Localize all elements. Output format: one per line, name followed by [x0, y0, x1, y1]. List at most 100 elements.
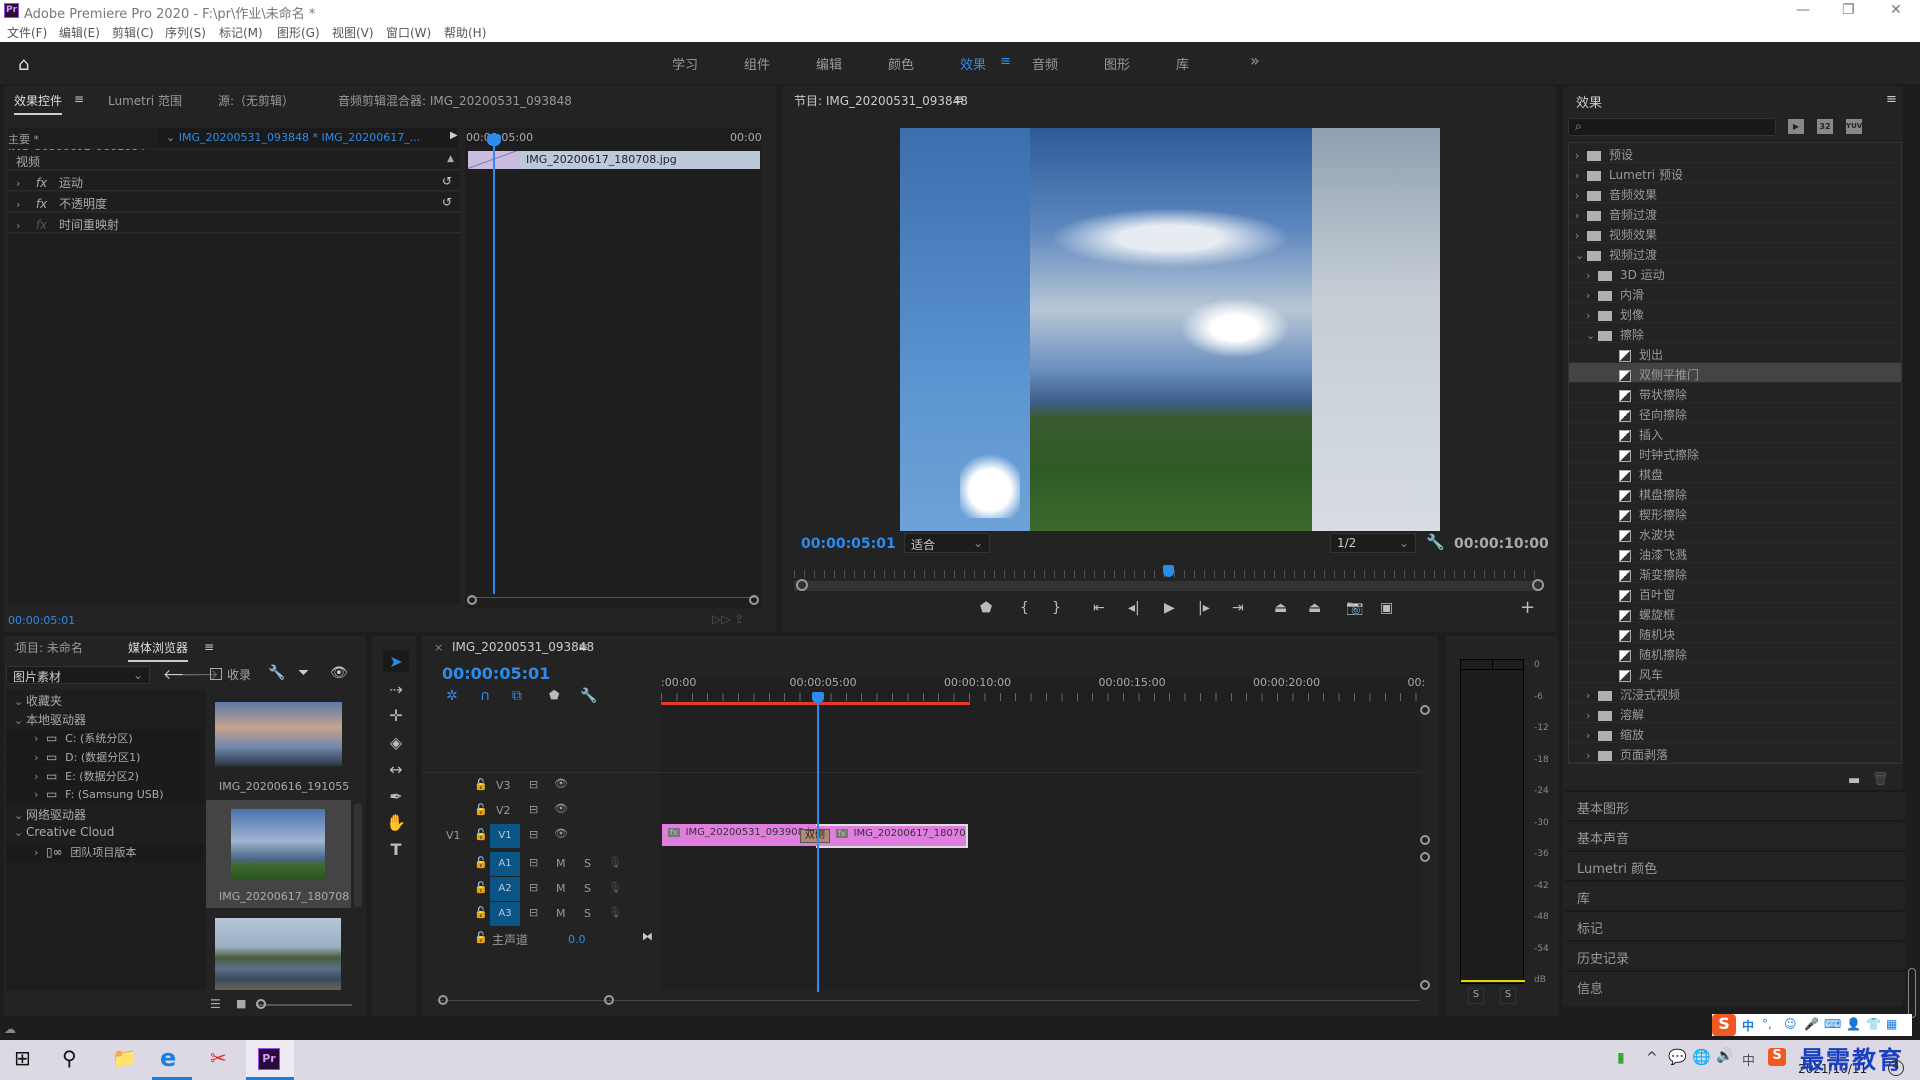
ec-zoom-scrollbar[interactable]: [470, 597, 756, 605]
track-target-v1[interactable]: V1: [490, 824, 520, 848]
fx-icon[interactable]: fx: [36, 218, 47, 232]
sync-lock-icon[interactable]: ⊟: [529, 828, 538, 841]
mute-button[interactable]: M: [556, 857, 566, 870]
effects-search-input[interactable]: ⌕: [1568, 118, 1776, 136]
razor-tool-icon[interactable]: ◈: [385, 733, 407, 752]
chevron-right-icon[interactable]: ›: [1575, 169, 1587, 182]
effect-item[interactable]: 时钟式擦除: [1569, 443, 1901, 463]
expand-chevron-icon[interactable]: ›: [16, 219, 28, 232]
panel-libraries[interactable]: 库: [1565, 880, 1905, 908]
panel-history[interactable]: 历史记录: [1565, 940, 1905, 968]
panel-lumetri-color[interactable]: Lumetri 颜色: [1565, 850, 1905, 878]
effect-item[interactable]: 随机擦除: [1569, 643, 1901, 663]
button-editor-plus-icon[interactable]: +: [1520, 597, 1535, 618]
effect-folder[interactable]: › 视频效果: [1569, 223, 1901, 243]
menu-file[interactable]: 文件(F): [7, 24, 47, 41]
lock-icon[interactable]: 🔓: [474, 778, 488, 791]
vertical-zoom-handle[interactable]: [1420, 852, 1430, 862]
effect-item[interactable]: 油漆飞溅: [1569, 543, 1901, 563]
selection-tool-icon[interactable]: ➤: [385, 652, 407, 671]
effect-row-time-remapping[interactable]: › fx 时间重映射: [8, 213, 460, 233]
workspace-learning[interactable]: 学习: [672, 54, 698, 73]
effect-folder[interactable]: ⌄ 擦除: [1569, 323, 1901, 343]
restore-button[interactable]: ❐: [1842, 2, 1855, 18]
workspace-color[interactable]: 颜色: [888, 54, 914, 73]
location-dropdown[interactable]: 图片素材 ⌄: [6, 666, 150, 684]
effect-folder[interactable]: › 3D 运动: [1569, 263, 1901, 283]
effect-item[interactable]: 楔形擦除: [1569, 503, 1901, 523]
chevron-right-icon[interactable]: ›: [1586, 709, 1598, 722]
chat-icon[interactable]: 💬: [1668, 1048, 1687, 1066]
voice-over-mic-icon[interactable]: 🎙: [608, 856, 622, 869]
type-tool-icon[interactable]: T: [385, 840, 407, 859]
lock-icon[interactable]: 🔓: [474, 828, 488, 841]
filter-icon[interactable]: ⏷: [298, 665, 309, 681]
effect-item[interactable]: 螺旋框: [1569, 603, 1901, 623]
panel-essential-graphics[interactable]: 基本图形: [1565, 790, 1905, 818]
pen-tool-icon[interactable]: ✒: [385, 787, 407, 806]
effect-item[interactable]: 百叶窗: [1569, 583, 1901, 603]
chevron-down-icon[interactable]: ⌄: [1575, 249, 1587, 262]
lock-icon[interactable]: 🔓: [474, 881, 488, 894]
fx-icon[interactable]: fx: [36, 197, 47, 211]
chevron-right-icon[interactable]: ›: [1586, 289, 1598, 302]
program-menu-icon[interactable]: ≡: [954, 92, 964, 106]
menu-sequence[interactable]: 序列(S): [165, 24, 206, 41]
menu-window[interactable]: 窗口(W): [386, 24, 431, 41]
solo-left-button[interactable]: S: [1468, 988, 1484, 1004]
collapse-up-icon[interactable]: ▲: [447, 154, 454, 164]
solo-right-button[interactable]: S: [1500, 988, 1516, 1004]
program-zoom-left-handle[interactable]: [796, 579, 808, 591]
lock-icon[interactable]: 🔓: [474, 931, 488, 944]
tab-lumetri-scopes[interactable]: Lumetri 范围: [108, 92, 182, 109]
search-icon[interactable]: ⚲: [62, 1046, 77, 1070]
zoom-level-dropdown[interactable]: 适合 ⌄: [904, 533, 990, 553]
program-video-frame[interactable]: [900, 128, 1440, 531]
menu-edit[interactable]: 编辑(E): [59, 24, 100, 41]
add-marker-icon[interactable]: ⬟: [980, 600, 992, 616]
media-tree-item[interactable]: › ▯∞ 团队项目版本: [6, 844, 204, 862]
chevron-right-icon[interactable]: ›: [1586, 689, 1598, 702]
workspace-libraries[interactable]: 库: [1176, 54, 1189, 73]
effects-menu-icon[interactable]: ≡: [1886, 92, 1897, 107]
program-monitor-title[interactable]: 节目: IMG_20200531_093848: [794, 92, 968, 109]
effect-item[interactable]: 水波块: [1569, 523, 1901, 543]
add-marker-icon[interactable]: ⬟: [549, 688, 559, 702]
tab-audio-clip-mixer[interactable]: 音频剪辑混合器: IMG_20200531_093848: [338, 92, 572, 109]
sequence-menu-icon[interactable]: ≡: [578, 640, 588, 654]
close-button[interactable]: ✕: [1890, 2, 1902, 18]
menu-markers[interactable]: 标记(M): [219, 24, 263, 41]
lift-icon[interactable]: ⏏: [1274, 600, 1287, 616]
menu-help[interactable]: 帮助(H): [444, 24, 486, 41]
thumbnail-size-slider[interactable]: [256, 1004, 352, 1006]
sequence-tab[interactable]: IMG_20200531_093848: [452, 640, 594, 654]
lock-icon[interactable]: 🔓: [474, 856, 488, 869]
menu-view[interactable]: 视图(V): [332, 24, 374, 41]
program-scrub-bar[interactable]: [794, 581, 1540, 591]
effect-folder[interactable]: ⌄ 视频过渡: [1569, 243, 1901, 263]
program-zoom-right-handle[interactable]: [1532, 579, 1544, 591]
timeline-ruler[interactable]: :00:00 00:00:05:00 00:00:10:00 00:00:15:00 0…: [661, 676, 1425, 690]
input-method-indicator[interactable]: 中: [1742, 1050, 1755, 1069]
new-bin-folder-icon[interactable]: ▬: [1848, 773, 1860, 788]
reset-icon[interactable]: ↺: [442, 174, 452, 188]
lock-icon[interactable]: 🔓: [474, 906, 488, 919]
panel-essential-sound[interactable]: 基本声音: [1565, 820, 1905, 848]
program-playhead[interactable]: [1163, 565, 1174, 577]
ime-toolbox-icon[interactable]: ▦: [1886, 1017, 1897, 1031]
h-zoom-handle-right[interactable]: [604, 995, 614, 1005]
reset-icon[interactable]: ↺: [442, 195, 452, 209]
menu-graphics[interactable]: 图形(G): [277, 24, 320, 41]
snap-magnet-icon[interactable]: ∩: [480, 688, 490, 704]
solo-button[interactable]: S: [584, 882, 591, 895]
view-eye-icon[interactable]: 👁: [330, 665, 348, 681]
media-tree-item[interactable]: › ▭ C: (系统分区): [6, 730, 204, 748]
chevron-down-icon[interactable]: ⌄: [1586, 329, 1598, 342]
network-icon[interactable]: 🌐: [1692, 1048, 1711, 1066]
panel-markers[interactable]: 标记: [1565, 910, 1905, 938]
ec-timecode[interactable]: 00:00:05:01: [8, 614, 75, 627]
source-patch-v1[interactable]: V1: [446, 829, 461, 842]
sogou-tray-icon[interactable]: S: [1768, 1048, 1786, 1066]
toggle-output-eye-icon[interactable]: 👁: [554, 827, 568, 840]
chevron-down-icon[interactable]: ⌄: [14, 714, 26, 727]
